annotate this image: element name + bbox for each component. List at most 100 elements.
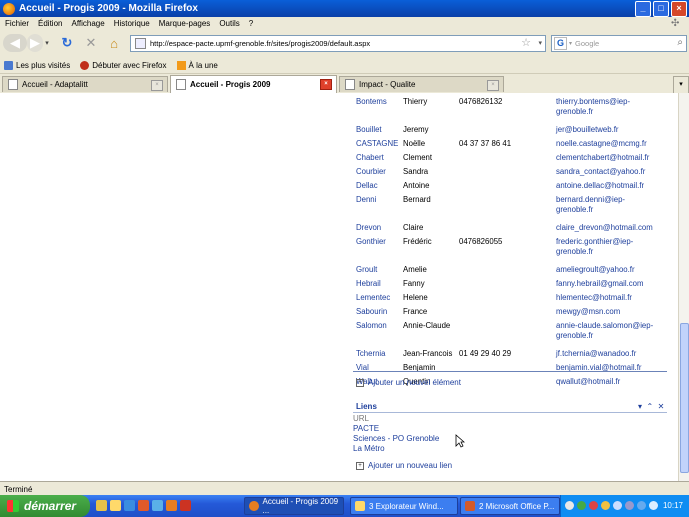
search-icon[interactable]: ⌕ bbox=[677, 37, 683, 48]
network-icon[interactable] bbox=[613, 501, 622, 510]
stop-icon[interactable]: ✕ bbox=[84, 34, 98, 52]
home-icon[interactable]: ⌂ bbox=[107, 34, 121, 52]
tab-close-icon[interactable]: × bbox=[320, 79, 332, 90]
contact-email[interactable]: bernard.denni@iep- bbox=[556, 195, 625, 204]
menu-marque-pages[interactable]: Marque-pages bbox=[159, 19, 211, 28]
contact-last-name[interactable]: Tchernia bbox=[356, 349, 385, 358]
tab-progis-2009[interactable]: Accueil - Progis 2009 × bbox=[170, 75, 337, 93]
folder-icon[interactable] bbox=[110, 500, 121, 511]
tab-close-icon[interactable]: × bbox=[151, 80, 163, 91]
link-la-metro[interactable]: La Métro bbox=[353, 444, 385, 453]
link-pacte[interactable]: PACTE bbox=[353, 424, 379, 433]
search-placeholder[interactable]: Google bbox=[575, 39, 599, 48]
scrollbar-thumb[interactable] bbox=[680, 323, 689, 473]
forward-icon[interactable]: ▶ bbox=[27, 34, 43, 52]
bookmark-getting-started[interactable]: Débuter avec Firefox bbox=[80, 60, 167, 70]
contact-last-name[interactable]: Courbier bbox=[356, 167, 386, 176]
bookmark-headlines[interactable]: À la une bbox=[176, 60, 218, 70]
contact-email-continued[interactable]: grenoble.fr bbox=[556, 205, 593, 214]
engine-dropdown-icon[interactable]: ▾ bbox=[569, 40, 572, 47]
contact-email[interactable]: annie-claude.salomon@iep- bbox=[556, 321, 653, 330]
google-engine-icon[interactable]: G bbox=[554, 37, 567, 50]
contact-last-name[interactable]: Groult bbox=[356, 265, 377, 274]
close-webpart-icon[interactable]: ✕ bbox=[658, 402, 665, 411]
contact-email[interactable]: hlementec@hotmail.fr bbox=[556, 293, 632, 302]
contact-email[interactable]: claire_drevon@hotmail.com bbox=[556, 223, 653, 232]
contact-email[interactable]: ameliegroult@yahoo.fr bbox=[556, 265, 635, 274]
add-item-link[interactable]: + Ajouter un nouvel élément bbox=[356, 378, 461, 387]
app-icon[interactable] bbox=[138, 500, 149, 511]
tab-list-icon[interactable]: ▾ bbox=[673, 76, 689, 94]
url-dropdown-icon[interactable]: ▾ bbox=[538, 36, 542, 51]
reload-icon[interactable]: ↻ bbox=[60, 34, 74, 52]
link-sciences-po[interactable]: Sciences - PO Grenoble bbox=[353, 434, 439, 443]
contact-last-name[interactable]: CASTAGNE bbox=[356, 139, 398, 148]
contact-email[interactable]: clementchabert@hotmail.fr bbox=[556, 153, 649, 162]
contact-email-continued[interactable]: grenoble.fr bbox=[556, 331, 593, 340]
contact-last-name[interactable]: Sabourin bbox=[356, 307, 387, 316]
contact-email[interactable]: mewgy@msn.com bbox=[556, 307, 620, 316]
contact-email[interactable]: fanny.hebrail@gmail.com bbox=[556, 279, 644, 288]
contact-last-name[interactable]: Gonthier bbox=[356, 237, 386, 246]
contact-last-name[interactable]: Hebrail bbox=[356, 279, 381, 288]
menu-fichier[interactable]: Fichier bbox=[5, 19, 29, 28]
contact-email[interactable]: thierry.bontems@iep- bbox=[556, 97, 630, 106]
start-button[interactable]: démarrer bbox=[0, 495, 90, 517]
contact-email[interactable]: noelle.castagne@mcmg.fr bbox=[556, 139, 647, 148]
url-bar[interactable]: http://espace-pacte.upmf-grenoble.fr/sit… bbox=[130, 35, 546, 52]
contact-email-continued[interactable]: grenoble.fr bbox=[556, 107, 593, 116]
contact-last-name[interactable]: Dellac bbox=[356, 181, 378, 190]
contact-email[interactable]: jer@bouilletweb.fr bbox=[556, 125, 619, 134]
desktop-icon[interactable] bbox=[124, 500, 135, 511]
menu-outils[interactable]: Outils bbox=[219, 19, 239, 28]
collapse-icon[interactable]: ⌃ bbox=[646, 402, 653, 411]
explorer-icon[interactable] bbox=[96, 500, 107, 511]
url-text[interactable]: http://espace-pacte.upmf-grenoble.fr/sit… bbox=[150, 39, 370, 48]
menu-affichage[interactable]: Affichage bbox=[71, 19, 104, 28]
tray-icon-8[interactable] bbox=[649, 501, 658, 510]
search-box[interactable]: G ▾ Google ⌕ bbox=[551, 35, 687, 52]
menu-aide[interactable]: ? bbox=[249, 19, 253, 28]
minimize-button[interactable]: _ bbox=[635, 1, 651, 17]
back-icon[interactable]: ◀ bbox=[3, 34, 27, 52]
contact-email-continued[interactable]: grenoble.fr bbox=[556, 247, 593, 256]
close-button[interactable]: × bbox=[671, 1, 687, 17]
contact-last-name[interactable]: Lementec bbox=[356, 293, 390, 302]
tray-icon-2[interactable] bbox=[577, 501, 586, 510]
tab-close-icon[interactable]: × bbox=[487, 80, 499, 91]
volume-icon[interactable] bbox=[625, 501, 634, 510]
taskbar-office[interactable]: 2 Microsoft Office P... bbox=[460, 497, 560, 515]
firefox-quick-icon[interactable] bbox=[166, 500, 177, 511]
history-dropdown-icon[interactable]: ▾ bbox=[43, 34, 51, 52]
tab-adaptalitt[interactable]: Accueil - Adaptalitt × bbox=[2, 76, 168, 92]
tray-icon-3[interactable] bbox=[589, 501, 598, 510]
contact-last-name[interactable]: Drevon bbox=[356, 223, 381, 232]
office-icon[interactable] bbox=[180, 500, 191, 511]
add-link[interactable]: + Ajouter un nouveau lien bbox=[356, 461, 452, 470]
contact-email[interactable]: sandra_contact@yahoo.fr bbox=[556, 167, 645, 176]
contact-last-name[interactable]: Chabert bbox=[356, 153, 384, 162]
menu-dropdown-icon[interactable]: ▾ bbox=[638, 402, 642, 411]
contact-last-name[interactable]: Bontems bbox=[356, 97, 387, 106]
vertical-scrollbar[interactable] bbox=[678, 93, 689, 481]
bookmark-star-icon[interactable]: ☆ bbox=[521, 36, 531, 51]
contact-email[interactable]: qwallut@hotmail.fr bbox=[556, 377, 620, 386]
contact-email[interactable]: jf.tchernia@wanadoo.fr bbox=[556, 349, 636, 358]
tray-icon-4[interactable] bbox=[601, 501, 610, 510]
tray-icon-1[interactable] bbox=[565, 501, 574, 510]
tab-impact-qualite[interactable]: Impact - Qualite × bbox=[339, 76, 504, 92]
contact-last-name[interactable]: Salomon bbox=[356, 321, 387, 330]
links-controls[interactable]: ▾ ⌃ ✕ bbox=[638, 402, 664, 411]
tray-icon-7[interactable] bbox=[637, 501, 646, 510]
menu-historique[interactable]: Historique bbox=[114, 19, 150, 28]
maximize-button[interactable]: □ bbox=[653, 1, 669, 17]
contact-last-name[interactable]: Denni bbox=[356, 195, 376, 204]
menu-edition[interactable]: Édition bbox=[38, 19, 62, 28]
taskbar-firefox[interactable]: Accueil - Progis 2009 ... bbox=[244, 497, 344, 515]
contact-last-name[interactable]: Bouillet bbox=[356, 125, 382, 134]
taskbar-explorer[interactable]: 3 Explorateur Wind... bbox=[350, 497, 458, 515]
ie-icon[interactable] bbox=[152, 500, 163, 511]
contact-email[interactable]: antoine.dellac@hotmail.fr bbox=[556, 181, 644, 190]
bookmark-most-visited[interactable]: Les plus visités bbox=[4, 60, 70, 70]
contact-email[interactable]: frederic.gonthier@iep- bbox=[556, 237, 633, 246]
